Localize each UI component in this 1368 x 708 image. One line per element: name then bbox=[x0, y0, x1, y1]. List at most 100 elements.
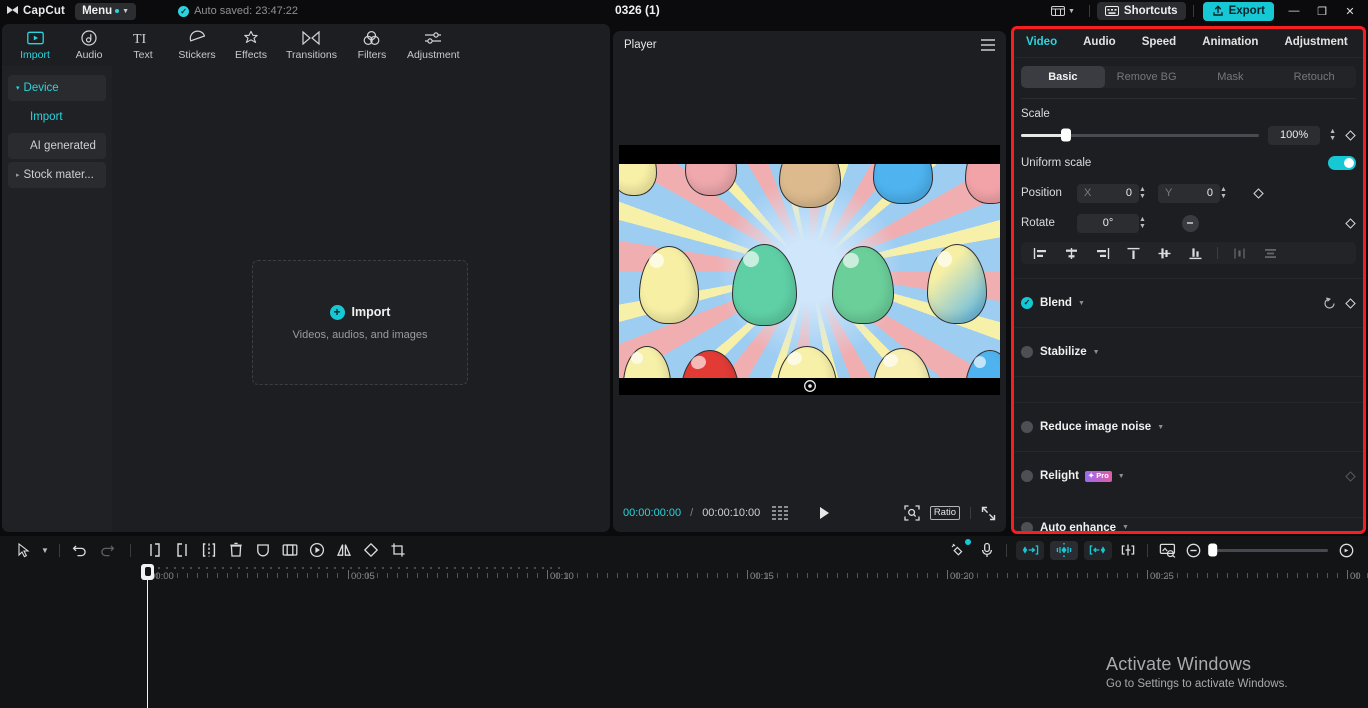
redo-icon[interactable] bbox=[93, 536, 120, 564]
sidebar-item-import[interactable]: Import bbox=[8, 104, 106, 130]
scale-slider-handle[interactable] bbox=[1061, 128, 1072, 142]
hamburger-icon[interactable] bbox=[981, 39, 995, 51]
rotate-value-input[interactable]: 0° bbox=[1077, 213, 1139, 233]
fullscreen-icon[interactable] bbox=[981, 506, 996, 521]
manage-tracks-icon[interactable] bbox=[1154, 536, 1182, 564]
blend-row[interactable]: Blend ▼ bbox=[1011, 278, 1366, 327]
ratio-button[interactable]: Ratio bbox=[929, 506, 960, 520]
library-tab-audio[interactable]: Audio bbox=[62, 24, 116, 66]
close-button[interactable]: ✕ bbox=[1336, 0, 1364, 22]
align-top-icon[interactable] bbox=[1118, 242, 1149, 264]
tab-audio[interactable]: Audio bbox=[1070, 36, 1129, 48]
sidebar-item-device[interactable]: ▾ Device bbox=[8, 75, 106, 101]
undo-icon[interactable] bbox=[66, 536, 93, 564]
timeline-ruler[interactable]: 00:00 00:05 00:10 00:15 00:20 00:25 00 bbox=[0, 566, 1368, 588]
zoom-fit-icon[interactable] bbox=[1334, 536, 1358, 564]
align-right-icon[interactable] bbox=[1087, 242, 1118, 264]
maximize-button[interactable]: ❐ bbox=[1308, 0, 1336, 22]
rotate-dial[interactable] bbox=[1181, 214, 1199, 232]
tab-animation[interactable]: Animation bbox=[1189, 36, 1271, 48]
library-tab-text[interactable]: TI Text bbox=[116, 24, 170, 66]
align-left-icon[interactable] bbox=[1025, 242, 1056, 264]
keyframe-diamond-icon[interactable] bbox=[1345, 297, 1356, 309]
keyframe-diamond-icon[interactable] bbox=[1253, 187, 1264, 199]
library-tab-adjustment[interactable]: Adjustment bbox=[399, 24, 468, 66]
mic-record-icon[interactable] bbox=[973, 536, 1000, 564]
chevron-down-icon[interactable]: ▼ bbox=[1157, 424, 1164, 431]
align-center-vertical-icon[interactable] bbox=[1149, 242, 1180, 264]
rotate-icon[interactable] bbox=[357, 536, 384, 564]
export-button[interactable]: Export bbox=[1202, 1, 1274, 21]
reset-icon[interactable] bbox=[1323, 296, 1336, 310]
align-center-horizontal-icon[interactable] bbox=[1056, 242, 1087, 264]
position-y-stepper[interactable]: ▲ ▼ bbox=[1220, 186, 1227, 200]
keyframe-add-icon[interactable] bbox=[1050, 540, 1078, 560]
auto-enhance-row[interactable]: Auto enhance ▼ bbox=[1011, 517, 1366, 534]
current-time[interactable]: 00:00:00:00 bbox=[623, 507, 681, 519]
chevron-down-icon[interactable]: ▼ bbox=[1118, 473, 1125, 480]
snapshot-zoom-icon[interactable] bbox=[904, 505, 920, 521]
reduce-image-noise-checkbox[interactable] bbox=[1021, 421, 1033, 433]
freeze-frame-icon[interactable] bbox=[276, 536, 303, 564]
library-tab-transitions[interactable]: Transitions bbox=[278, 24, 345, 66]
keyframe-diamond-icon[interactable] bbox=[1345, 217, 1356, 229]
relight-checkbox[interactable] bbox=[1021, 470, 1033, 482]
scale-value-input[interactable]: 100% bbox=[1268, 125, 1321, 145]
shortcuts-button[interactable]: Shortcuts bbox=[1096, 2, 1186, 20]
library-tab-stickers[interactable]: Stickers bbox=[170, 24, 224, 66]
keyframe-prev-icon[interactable] bbox=[1016, 540, 1044, 560]
stabilize-row[interactable]: Stabilize ▼ bbox=[1011, 327, 1366, 376]
tab-adjustment[interactable]: Adjustment bbox=[1271, 36, 1360, 48]
align-bottom-icon[interactable] bbox=[1180, 242, 1211, 264]
tab-speed[interactable]: Speed bbox=[1129, 36, 1190, 48]
chevron-down-icon[interactable]: ▼ bbox=[1122, 524, 1129, 531]
position-x-stepper[interactable]: ▲ ▼ bbox=[1139, 186, 1146, 200]
import-dropzone[interactable]: + Import Videos, audios, and images bbox=[252, 260, 468, 385]
chevron-down-icon[interactable]: ▼ bbox=[1078, 300, 1085, 307]
scale-stepper[interactable]: ▲ ▼ bbox=[1329, 128, 1336, 142]
timeline-zoom-slider[interactable] bbox=[1208, 543, 1328, 557]
magic-wand-icon[interactable] bbox=[943, 536, 973, 564]
layout-picker-button[interactable]: ▼ bbox=[1044, 5, 1082, 17]
keyframe-next-icon[interactable] bbox=[1084, 540, 1112, 560]
split-left-icon[interactable] bbox=[141, 536, 168, 564]
split-icon[interactable] bbox=[195, 536, 222, 564]
zoom-out-icon[interactable] bbox=[1182, 536, 1204, 564]
speed-icon[interactable] bbox=[303, 536, 330, 564]
sidebar-item-ai-generated[interactable]: AI generated bbox=[8, 133, 106, 159]
blend-checkbox[interactable] bbox=[1021, 297, 1033, 309]
video-preview[interactable] bbox=[619, 164, 1000, 378]
position-x-input[interactable]: X 0 bbox=[1077, 183, 1139, 203]
relight-row[interactable]: Relight ✦ Pro ▼ bbox=[1011, 451, 1366, 500]
sidebar-item-stock-materials[interactable]: ▸ Stock mater... bbox=[8, 162, 106, 188]
library-tab-import[interactable]: Import bbox=[8, 24, 62, 66]
segment-mask[interactable]: Mask bbox=[1189, 66, 1273, 88]
keyframe-diamond-icon[interactable] bbox=[1345, 129, 1356, 141]
split-right-icon[interactable] bbox=[168, 536, 195, 564]
library-tab-effects[interactable]: Effects bbox=[224, 24, 278, 66]
rotate-stepper[interactable]: ▲ ▼ bbox=[1139, 216, 1146, 230]
play-icon[interactable] bbox=[820, 507, 830, 519]
position-y-input[interactable]: Y 0 bbox=[1157, 183, 1220, 203]
playhead[interactable] bbox=[141, 564, 154, 708]
chevron-down-icon[interactable]: ▼ bbox=[1093, 349, 1100, 356]
grid-view-icon[interactable] bbox=[772, 506, 789, 520]
mask-shield-icon[interactable] bbox=[249, 536, 276, 564]
reduce-image-noise-row[interactable]: Reduce image noise ▼ bbox=[1011, 402, 1366, 451]
segment-retouch[interactable]: Retouch bbox=[1272, 66, 1356, 88]
mirror-icon[interactable] bbox=[330, 536, 357, 564]
crop-icon[interactable] bbox=[384, 536, 411, 564]
keyframe-diamond-icon[interactable] bbox=[1345, 470, 1356, 482]
minimize-button[interactable]: — bbox=[1280, 0, 1308, 22]
reset-marker-icon[interactable] bbox=[803, 379, 817, 393]
timeline-zoom-handle[interactable] bbox=[1208, 543, 1218, 557]
link-split-icon[interactable] bbox=[1115, 536, 1141, 564]
uniform-scale-toggle[interactable] bbox=[1328, 156, 1356, 170]
select-arrow-icon[interactable] bbox=[10, 536, 37, 564]
scale-slider[interactable] bbox=[1021, 128, 1260, 142]
segment-basic[interactable]: Basic bbox=[1021, 66, 1105, 88]
tab-video[interactable]: Video bbox=[1021, 36, 1070, 48]
delete-icon[interactable] bbox=[222, 536, 249, 564]
chevron-down-icon[interactable]: ▼ bbox=[37, 536, 53, 564]
menu-button[interactable]: Menu ▼ bbox=[75, 2, 137, 20]
